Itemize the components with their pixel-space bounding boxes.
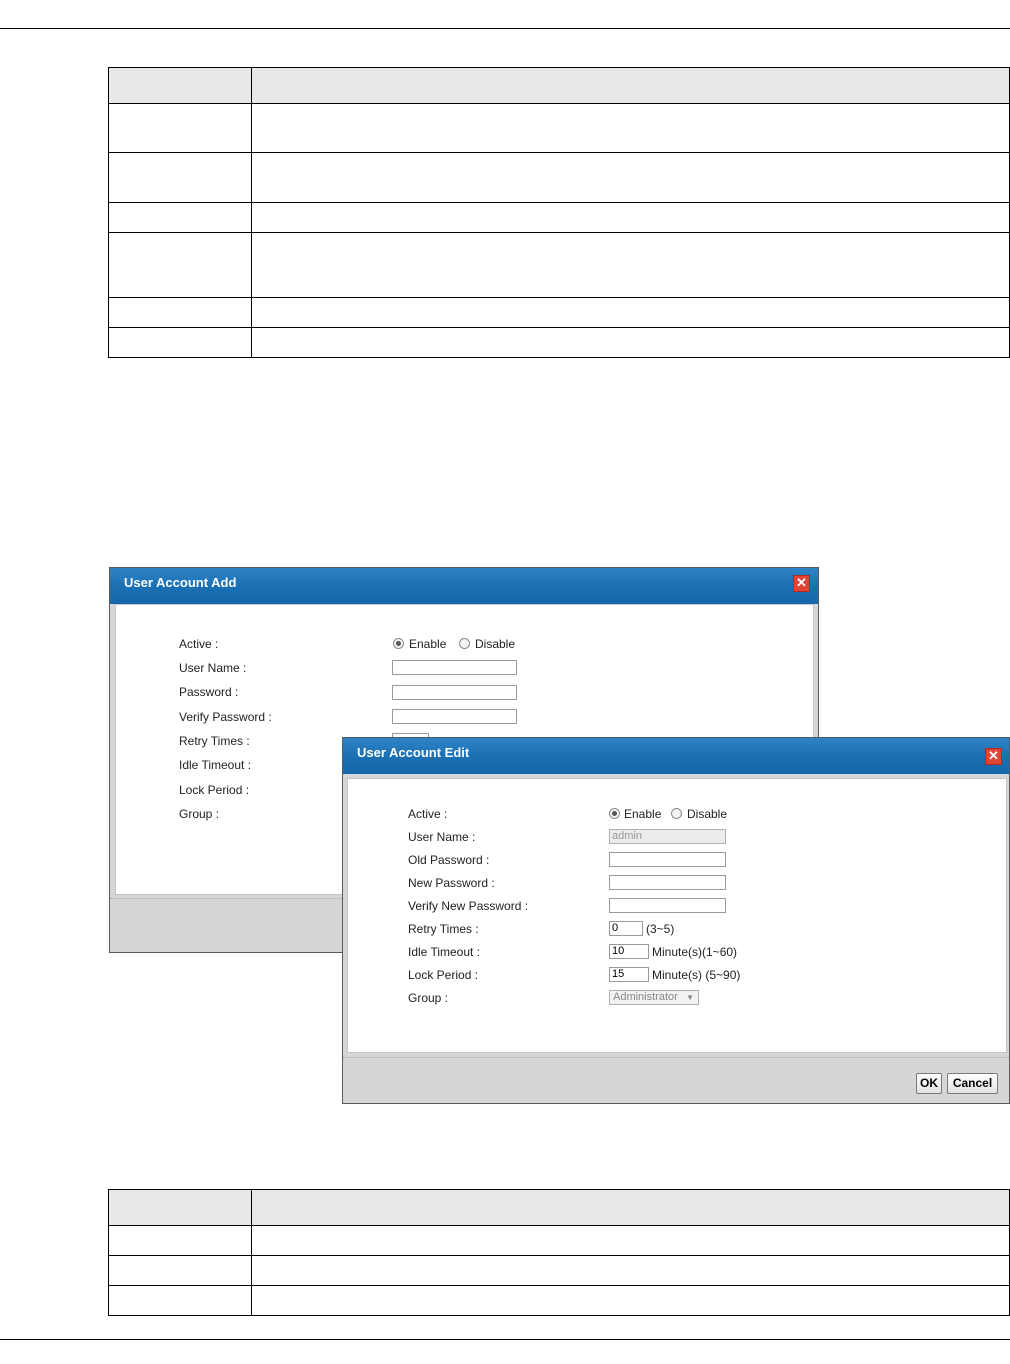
enable-radio[interactable] — [393, 638, 404, 649]
group-label: Group : — [408, 991, 449, 1005]
verify-new-password-input[interactable] — [609, 898, 726, 913]
user-name-label: User Name : — [179, 661, 247, 675]
enable-radio-label: Enable — [624, 807, 662, 821]
verify-new-password-label: Verify New Password : — [408, 899, 529, 913]
active-label: Active : — [179, 637, 219, 651]
idle-timeout-label: Idle Timeout : — [179, 758, 252, 772]
disable-radio-label: Disable — [687, 807, 728, 821]
retry-times-label: Retry Times : — [179, 734, 250, 748]
verify-password-label: Verify Password : — [179, 710, 272, 724]
lock-period-label: Lock Period : — [179, 783, 250, 797]
table-row — [108, 327, 1010, 358]
disable-radio[interactable] — [459, 638, 470, 649]
table-row — [108, 1285, 1010, 1316]
old-password-label: Old Password : — [408, 853, 490, 867]
new-password-label: New Password : — [408, 876, 495, 890]
header-rule — [0, 28, 1010, 29]
ok-button[interactable]: OK — [916, 1073, 942, 1094]
table-header-row — [108, 1189, 1010, 1226]
table-row — [108, 1255, 1010, 1286]
user-account-edit-dialog: User Account Edit ✕ Active : Enable Disa… — [342, 737, 1010, 1104]
password-input[interactable] — [392, 685, 517, 700]
group-label: Group : — [179, 807, 220, 821]
retry-times-input[interactable]: 0 — [609, 921, 643, 936]
table-row — [108, 1225, 1010, 1256]
edit-dialog-footer-separator — [343, 1057, 1009, 1058]
edit-dialog-title: User Account Edit — [357, 745, 470, 760]
table-row — [108, 202, 1010, 233]
group-select[interactable]: Administrator ▼ — [609, 990, 699, 1005]
lock-period-input[interactable]: 15 — [609, 967, 649, 982]
edit-dialog-titlebar: User Account Edit ✕ — [343, 738, 1009, 774]
old-password-input[interactable] — [609, 852, 726, 867]
close-icon[interactable]: ✕ — [985, 748, 1002, 765]
close-icon[interactable]: ✕ — [793, 575, 810, 592]
user-name-input[interactable] — [392, 660, 517, 675]
top-field-table — [108, 67, 1010, 358]
table-row — [108, 152, 1010, 203]
new-password-input[interactable] — [609, 875, 726, 890]
footer-rule — [0, 1339, 1010, 1340]
user-name-label: User Name : — [408, 830, 476, 844]
add-dialog-titlebar: User Account Add ✕ — [110, 568, 818, 604]
idle-timeout-label: Idle Timeout : — [408, 945, 481, 959]
idle-timeout-unit: Minute(s)(1~60) — [652, 945, 738, 959]
password-label: Password : — [179, 685, 239, 699]
cancel-button[interactable]: Cancel — [947, 1073, 998, 1094]
active-label: Active : — [408, 807, 448, 821]
table-header-row — [108, 67, 1010, 104]
retry-times-range: (3~5) — [646, 922, 675, 936]
verify-password-input[interactable] — [392, 709, 517, 724]
table-row — [108, 103, 1010, 153]
add-dialog-title: User Account Add — [124, 575, 237, 590]
user-name-input[interactable]: admin — [609, 829, 726, 844]
table-row — [108, 297, 1010, 328]
lock-period-label: Lock Period : — [408, 968, 479, 982]
disable-radio-label: Disable — [475, 637, 516, 651]
edit-dialog-form: Active : Enable Disable User Name : admi… — [347, 778, 1007, 1053]
chevron-down-icon: ▼ — [686, 993, 694, 1002]
retry-times-label: Retry Times : — [408, 922, 479, 936]
bottom-field-table — [108, 1189, 1010, 1316]
table-row — [108, 232, 1010, 298]
group-select-value: Administrator — [613, 991, 678, 1003]
disable-radio[interactable] — [671, 808, 682, 819]
lock-period-unit: Minute(s) (5~90) — [652, 968, 741, 982]
idle-timeout-input[interactable]: 10 — [609, 944, 649, 959]
enable-radio-label: Enable — [409, 637, 447, 651]
enable-radio[interactable] — [609, 808, 620, 819]
